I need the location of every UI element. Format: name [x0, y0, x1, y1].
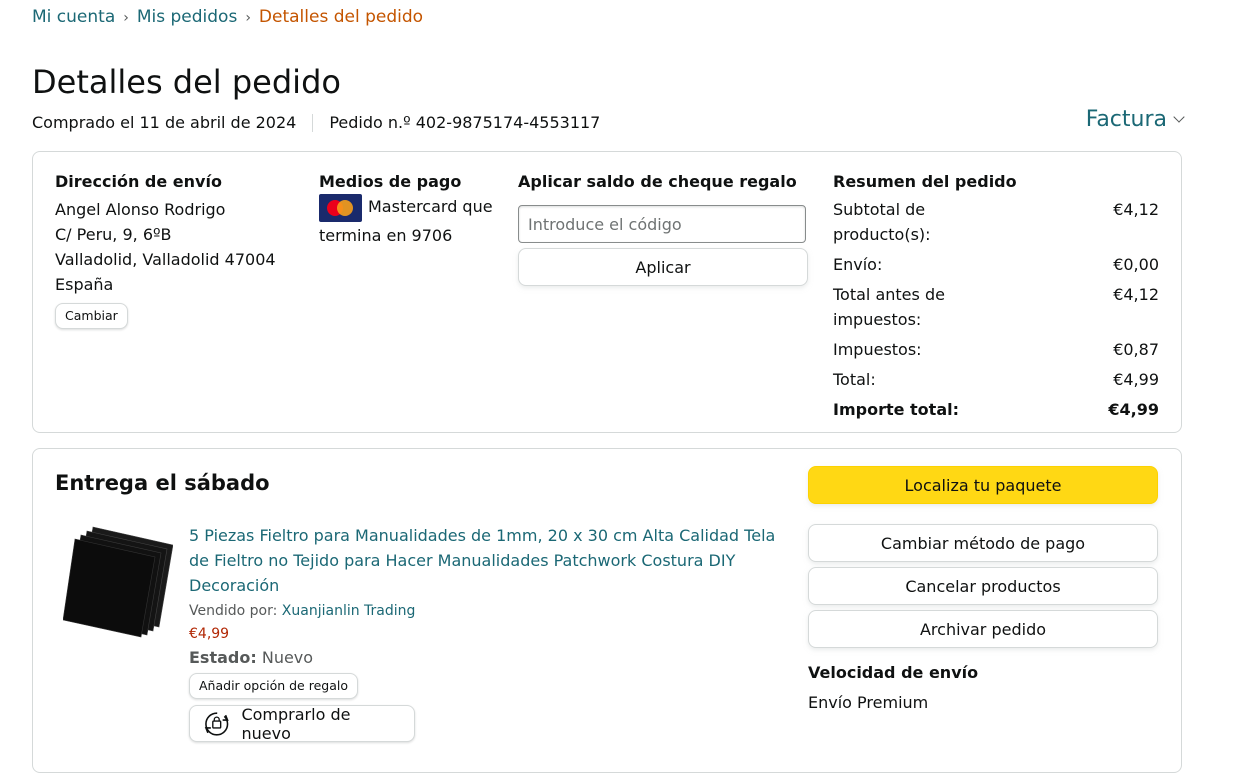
payment-heading: Medios de pago	[319, 172, 462, 191]
payment-method-text: Mastercard que	[368, 197, 493, 216]
summary-row: Total antes de impuestos: €4,12	[833, 282, 1159, 332]
breadcrumb-my-orders[interactable]: Mis pedidos	[137, 7, 237, 27]
breadcrumb: Mi cuenta › Mis pedidos › Detalles del pedid…	[32, 6, 423, 29]
summary-value: €0,87	[1113, 340, 1159, 359]
summary-value: €4,12	[1113, 200, 1159, 219]
shipping-speed-value: Envío Premium	[808, 693, 929, 712]
product-image[interactable]	[63, 523, 173, 638]
apply-gift-button[interactable]: Aplicar	[518, 248, 808, 286]
summary-row: Subtotal de producto(s): €4,12	[833, 197, 1159, 247]
shipping-line: Angel Alonso Rodrigo	[55, 200, 226, 219]
item-condition: Estado: Nuevo	[189, 646, 779, 670]
track-package-button[interactable]: Localiza tu paquete	[808, 466, 1158, 504]
breadcrumb-separator: ›	[245, 10, 251, 26]
buy-again-button[interactable]: Comprarlo de nuevo	[189, 704, 415, 743]
sold-by-label: Vendido por:	[189, 603, 278, 619]
breadcrumb-current: Detalles del pedido	[258, 7, 424, 27]
product-title-link[interactable]: 5 Piezas Fieltro para Manualidades de 1m…	[189, 523, 779, 598]
summary-label: Total:	[833, 370, 876, 389]
chevron-down-icon	[1173, 111, 1185, 123]
meta-divider	[312, 114, 314, 132]
page-title: Detalles del pedido	[32, 63, 341, 101]
summary-value: €0,00	[1113, 255, 1159, 274]
archive-order-button[interactable]: Archivar pedido	[808, 610, 1158, 648]
shipping-line: España	[55, 275, 114, 294]
change-payment-button[interactable]: Cambiar método de pago	[808, 524, 1158, 562]
summary-grand-total: Importe total: €4,99	[833, 397, 1159, 422]
gift-card-section: Aplicar saldo de cheque regalo Aplicar	[518, 171, 808, 286]
sold-by: Vendido por: Xuanjianlin Trading	[189, 600, 779, 622]
order-summary: Resumen del pedido Subtotal de producto(…	[833, 171, 1159, 422]
invoice-label: Factura	[1085, 107, 1167, 132]
payment-method-text: termina en 9706	[319, 225, 453, 245]
shipping-address: Dirección de envío Angel Alonso Rodrigo …	[55, 171, 305, 329]
order-number: Pedido n.º 402-9875174-4553117	[329, 113, 601, 132]
shipping-heading: Dirección de envío	[55, 172, 222, 191]
summary-value: €4,12	[1113, 285, 1159, 304]
shipping-line: Valladolid, Valladolid 47004	[55, 250, 276, 269]
summary-label: Envío:	[833, 255, 883, 274]
summary-label: Subtotal de producto(s):	[833, 200, 931, 244]
grand-total-label: Importe total:	[833, 400, 959, 419]
summary-value: €4,99	[1113, 370, 1159, 389]
order-info-card: Dirección de envío Angel Alonso Rodrigo …	[32, 151, 1182, 433]
breadcrumb-separator: ›	[123, 10, 129, 26]
purchase-date: Comprado el 11 de abril de 2024	[32, 113, 297, 132]
add-gift-option-button[interactable]: Añadir opción de regalo	[189, 673, 358, 699]
shipping-line: C/ Peru, 9, 6ºB	[55, 225, 172, 244]
summary-heading: Resumen del pedido	[833, 172, 1017, 191]
delivery-heading: Entrega el sábado	[55, 471, 270, 495]
summary-label: Total antes de impuestos:	[833, 285, 945, 329]
breadcrumb-my-account[interactable]: Mi cuenta	[32, 7, 115, 27]
summary-row: Envío: €0,00	[833, 252, 1159, 277]
gift-code-input[interactable]	[518, 205, 806, 243]
shipping-speed-heading: Velocidad de envío	[808, 663, 979, 682]
mastercard-icon	[319, 193, 362, 222]
change-address-button[interactable]: Cambiar	[55, 303, 128, 329]
gift-card-heading: Aplicar saldo de cheque regalo	[518, 172, 797, 191]
delivery-card: Entrega el sábado 5 Piezas Fieltro para …	[32, 448, 1182, 773]
seller-link[interactable]: Xuanjianlin Trading	[282, 603, 416, 619]
delivery-actions: Localiza tu paquete Cambiar método de pa…	[808, 466, 1158, 715]
summary-label: Impuestos:	[833, 340, 922, 359]
summary-row: Total: €4,99	[833, 367, 1159, 392]
payment-method: Medios de pago Mastercard que termina en…	[319, 171, 509, 250]
condition-label: Estado:	[189, 648, 257, 667]
buy-again-icon	[204, 711, 229, 736]
buy-again-label: Comprarlo de nuevo	[241, 704, 351, 743]
grand-total-value: €4,99	[1108, 400, 1159, 419]
condition-value: Nuevo	[261, 648, 314, 667]
item-price: €4,99	[189, 626, 230, 642]
order-item: 5 Piezas Fieltro para Manualidades de 1m…	[189, 523, 779, 743]
cancel-items-button[interactable]: Cancelar productos	[808, 567, 1158, 605]
summary-row: Impuestos: €0,87	[833, 337, 1159, 362]
order-meta: Comprado el 11 de abril de 2024 Pedido n…	[32, 112, 600, 134]
invoice-dropdown[interactable]: Factura	[1085, 106, 1185, 134]
